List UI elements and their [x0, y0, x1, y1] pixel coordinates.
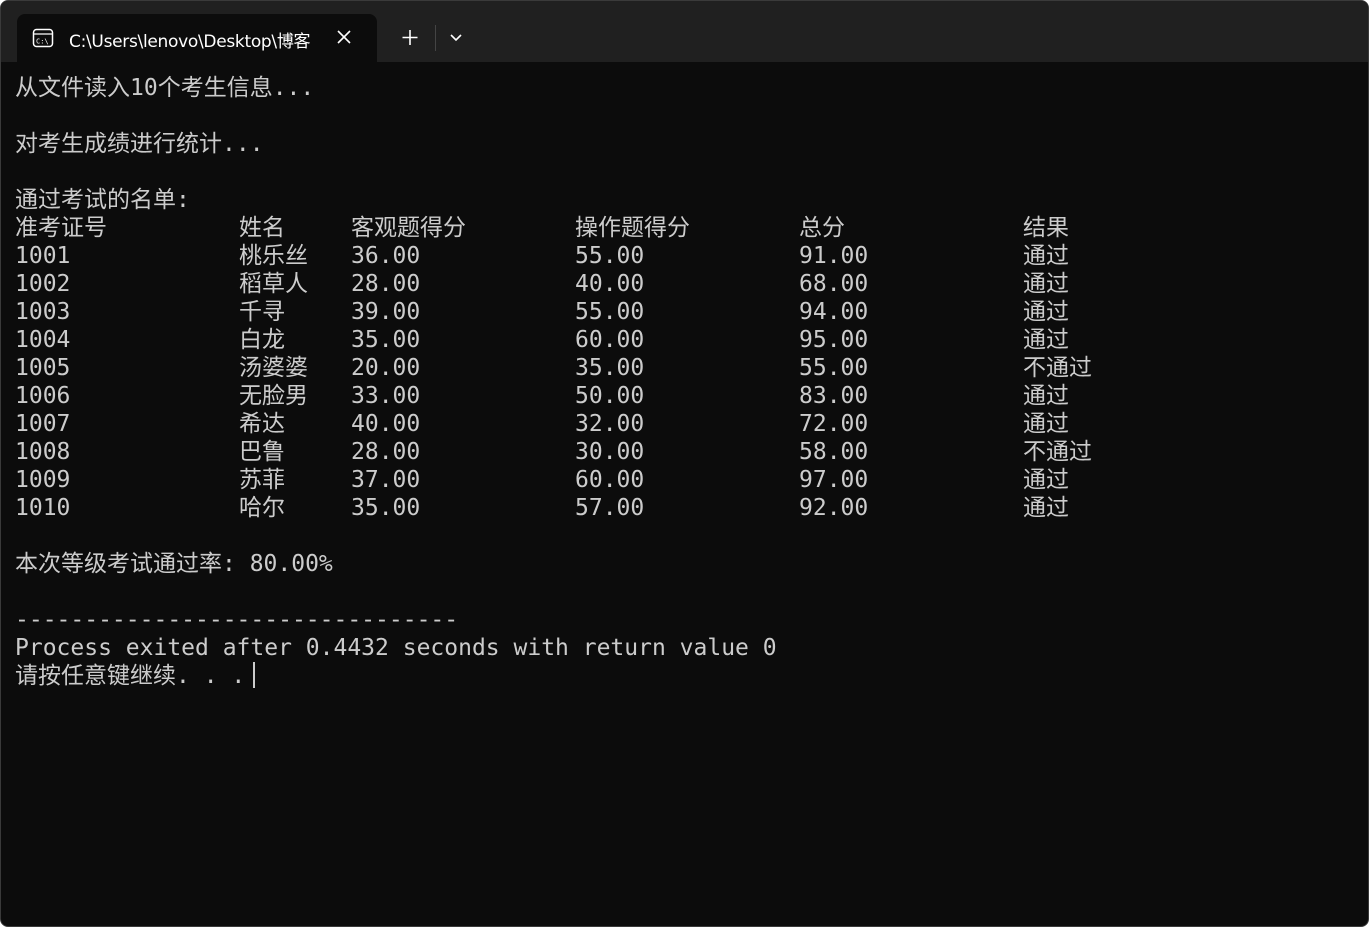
chevron-down-icon[interactable] [441, 23, 471, 53]
plus-icon[interactable] [393, 23, 427, 53]
cell-result: 通过 [1023, 383, 1069, 409]
cell-name: 无脸男 [239, 383, 308, 409]
header-name: 姓名 [239, 215, 285, 241]
cell-operation: 57.00 [575, 495, 645, 521]
cell-operation: 50.00 [575, 383, 645, 409]
cell-operation: 35.00 [575, 355, 645, 381]
header-id: 准考证号 [15, 215, 107, 241]
cell-operation: 60.00 [575, 467, 645, 493]
table-row: 1004 白龙 35.00 60.00 95.00 通过 [15, 326, 1368, 354]
cell-objective: 37.00 [351, 467, 421, 493]
cell-objective: 28.00 [351, 271, 421, 297]
console-line-prompt: 请按任意键继续. . . [15, 662, 1368, 690]
svg-text:C:\: C:\ [36, 38, 49, 46]
cell-objective: 40.00 [351, 411, 421, 437]
cell-objective: 39.00 [351, 299, 421, 325]
cell-id: 1006 [15, 383, 71, 409]
cell-id: 1007 [15, 411, 71, 437]
table-row: 1009 苏菲 37.00 60.00 97.00 通过 [15, 466, 1368, 494]
cell-operation: 40.00 [575, 271, 645, 297]
cell-objective: 36.00 [351, 243, 421, 269]
cell-operation: 55.00 [575, 299, 645, 325]
cell-operation: 60.00 [575, 327, 645, 353]
tab-bar: C:\ C:\Users\lenovo\Desktop\博客 [1, 1, 1368, 62]
cell-objective: 20.00 [351, 355, 421, 381]
table-row: 1010 哈尔 35.00 57.00 92.00 通过 [15, 494, 1368, 522]
cell-id: 1005 [15, 355, 71, 381]
cell-total: 94.00 [799, 299, 869, 325]
close-icon[interactable] [335, 28, 353, 46]
header-total: 总分 [799, 215, 845, 241]
cell-total: 55.00 [799, 355, 869, 381]
header-result: 结果 [1023, 215, 1069, 241]
cell-objective: 33.00 [351, 383, 421, 409]
cell-name: 汤婆婆 [239, 355, 308, 381]
cell-name: 桃乐丝 [239, 243, 308, 269]
table-row: 1005 汤婆婆 20.00 35.00 55.00 不通过 [15, 354, 1368, 382]
console-line-pass-list: 通过考试的名单: [15, 187, 190, 213]
cell-total: 83.00 [799, 383, 869, 409]
cell-result: 不通过 [1023, 355, 1092, 381]
cell-objective: 35.00 [351, 495, 421, 521]
cell-result: 通过 [1023, 271, 1069, 297]
cell-result: 通过 [1023, 243, 1069, 269]
cell-id: 1008 [15, 439, 71, 465]
cell-operation: 55.00 [575, 243, 645, 269]
table-row: 1002 稻草人 28.00 40.00 68.00 通过 [15, 270, 1368, 298]
cell-total: 72.00 [799, 411, 869, 437]
console-line-stats: 对考生成绩进行统计... [15, 131, 264, 157]
cell-name: 稻草人 [239, 271, 308, 297]
tab-active[interactable]: C:\ C:\Users\lenovo\Desktop\博客 [17, 14, 377, 62]
cell-objective: 35.00 [351, 327, 421, 353]
cell-result: 通过 [1023, 411, 1069, 437]
header-objective: 客观题得分 [351, 215, 466, 241]
cell-total: 92.00 [799, 495, 869, 521]
cell-objective: 28.00 [351, 439, 421, 465]
cell-result: 通过 [1023, 495, 1069, 521]
cell-name: 白龙 [239, 327, 285, 353]
cell-result: 不通过 [1023, 439, 1092, 465]
terminal-window: C:\ C:\Users\lenovo\Desktop\博客 从文件读入10个考… [0, 0, 1369, 927]
cell-total: 97.00 [799, 467, 869, 493]
console-output[interactable]: 从文件读入10个考生信息... 对考生成绩进行统计... 通过考试的名单: 准考… [15, 74, 1368, 690]
cell-operation: 30.00 [575, 439, 645, 465]
cell-name: 哈尔 [239, 495, 285, 521]
cell-operation: 32.00 [575, 411, 645, 437]
cell-id: 1003 [15, 299, 71, 325]
console-line-pass-rate: 本次等级考试通过率: 80.00% [15, 551, 333, 577]
console-separator: -------------------------------- [15, 607, 459, 633]
cell-name: 千寻 [239, 299, 285, 325]
text-cursor [253, 662, 256, 688]
cell-id: 1009 [15, 467, 71, 493]
cell-name: 希达 [239, 411, 285, 437]
cell-total: 91.00 [799, 243, 869, 269]
header-operation: 操作题得分 [575, 215, 690, 241]
cell-id: 1002 [15, 271, 71, 297]
cell-name: 巴鲁 [239, 439, 285, 465]
table-row: 1001 桃乐丝 36.00 55.00 91.00 通过 [15, 242, 1368, 270]
cell-total: 95.00 [799, 327, 869, 353]
table-row: 1003 千寻 39.00 55.00 94.00 通过 [15, 298, 1368, 326]
table-row: 1008 巴鲁 28.00 30.00 58.00 不通过 [15, 438, 1368, 466]
cell-total: 68.00 [799, 271, 869, 297]
terminal-icon: C:\ [32, 28, 54, 48]
cell-result: 通过 [1023, 327, 1069, 353]
table-row: 1006 无脸男 33.00 50.00 83.00 通过 [15, 382, 1368, 410]
prompt-text: 请按任意键继续. . . [15, 663, 246, 689]
table-header-row: 准考证号 姓名 客观题得分 操作题得分 总分 结果 [15, 214, 1368, 242]
tab-divider [435, 25, 436, 51]
cell-id: 1001 [15, 243, 71, 269]
cell-id: 1004 [15, 327, 71, 353]
tab-title: C:\Users\lenovo\Desktop\博客 [69, 32, 311, 52]
cell-name: 苏菲 [239, 467, 285, 493]
cell-result: 通过 [1023, 467, 1069, 493]
console-line-process: Process exited after 0.4432 seconds with… [15, 635, 777, 661]
table-row: 1007 希达 40.00 32.00 72.00 通过 [15, 410, 1368, 438]
console-line-read: 从文件读入10个考生信息... [15, 75, 315, 101]
cell-result: 通过 [1023, 299, 1069, 325]
cell-id: 1010 [15, 495, 71, 521]
cell-total: 58.00 [799, 439, 869, 465]
